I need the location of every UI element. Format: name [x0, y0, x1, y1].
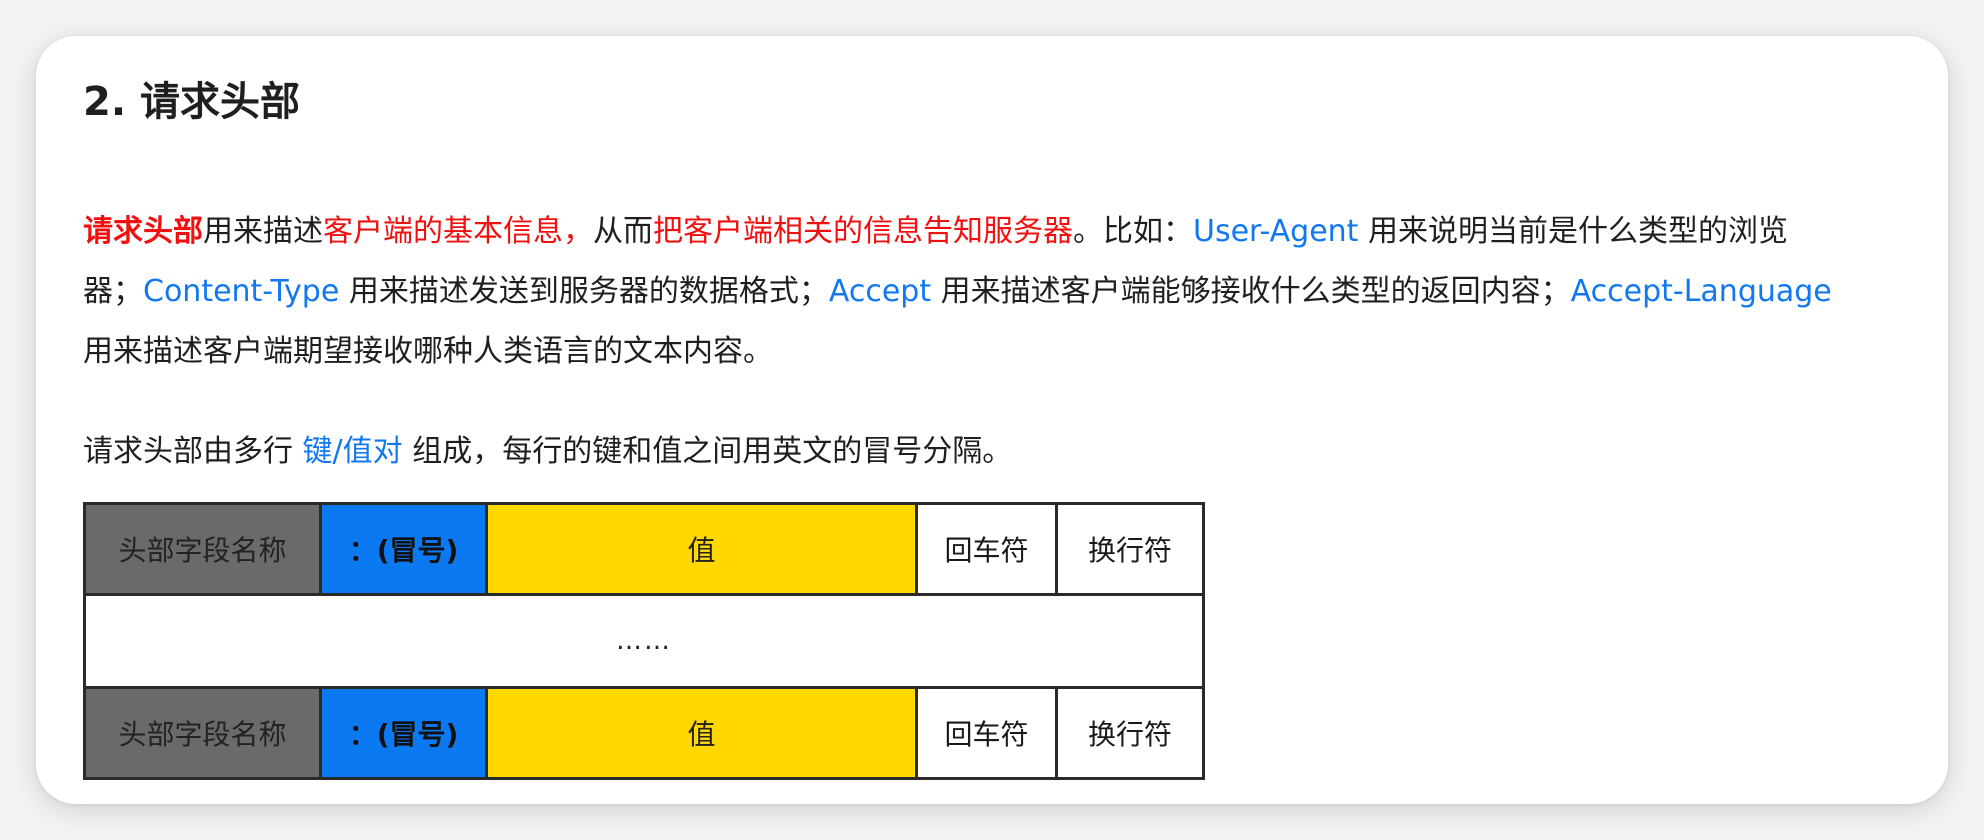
text-segment: 用来描述	[203, 214, 323, 249]
content-card: 2. 请求头部 请求头部用来描述客户端的基本信息，从而把客户端相关的信息告知服务…	[36, 36, 1948, 804]
text-segment: 请求头部由多行	[83, 434, 303, 469]
text-segment: 从而	[593, 214, 653, 249]
field-name-cell: 头部字段名称	[86, 689, 322, 777]
highlight-client-info: 客户端的基本信息，	[323, 214, 593, 249]
ellipsis-row: ……	[86, 593, 1202, 689]
header-line-row: 头部字段名称 ：(冒号) 值 回车符 换行符	[86, 689, 1202, 777]
line-feed-cell: 换行符	[1058, 505, 1202, 593]
value-cell: 值	[488, 689, 918, 777]
field-name-cell: 头部字段名称	[86, 505, 322, 593]
header-line-row: 头部字段名称 ：(冒号) 值 回车符 换行符	[86, 505, 1202, 593]
text-segment: 用来描述客户端能够接收什么类型的返回内容；	[931, 274, 1571, 309]
line-feed-cell: 换行符	[1058, 689, 1202, 777]
term-content-type: Content-Type	[143, 274, 340, 309]
term-accept: Accept	[828, 274, 932, 309]
colon-cell: ：(冒号)	[322, 505, 488, 593]
term-accept-language: Accept-Language	[1570, 274, 1832, 309]
term-user-agent: User-Agent	[1193, 214, 1359, 249]
section-heading: 2. 请求头部	[83, 79, 300, 125]
header-format-diagram: 头部字段名称 ：(冒号) 值 回车符 换行符 …… 头部字段名称 ：(冒号) 值…	[83, 502, 1205, 780]
colon-cell: ：(冒号)	[322, 689, 488, 777]
carriage-return-cell: 回车符	[918, 505, 1058, 593]
text-segment: 用来描述客户端期望接收哪种人类语言的文本内容。	[83, 334, 773, 369]
value-cell: 值	[488, 505, 918, 593]
term-request-header: 请求头部	[83, 214, 203, 249]
highlight-inform-server: 把客户端相关的信息告知服务器	[653, 214, 1073, 249]
term-key-value-pair: 键/值对	[302, 434, 403, 469]
text-segment: 组成，每行的键和值之间用英文的冒号分隔。	[402, 434, 1013, 469]
text-segment: 。比如：	[1073, 214, 1193, 249]
carriage-return-cell: 回车符	[918, 689, 1058, 777]
text-segment: 用来描述发送到服务器的数据格式；	[339, 274, 829, 309]
request-header-description: 请求头部用来描述客户端的基本信息，从而把客户端相关的信息告知服务器。比如：Use…	[83, 202, 1843, 382]
key-value-description: 请求头部由多行 键/值对 组成，每行的键和值之间用英文的冒号分隔。	[83, 422, 1843, 482]
